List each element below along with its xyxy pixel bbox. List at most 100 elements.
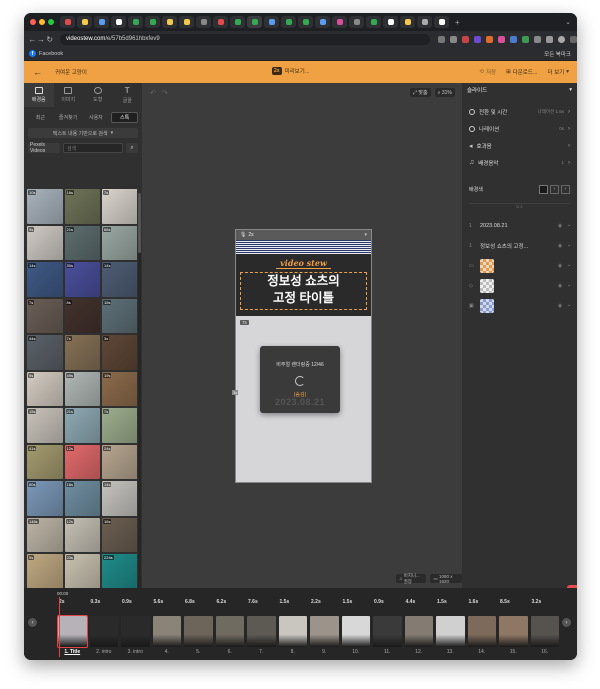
- stock-video-thumb[interactable]: 146s: [27, 517, 63, 552]
- eye-icon[interactable]: ◉: [558, 283, 562, 289]
- browser-tab[interactable]: [417, 16, 432, 28]
- back-arrow-icon[interactable]: ←: [33, 67, 42, 77]
- star-icon[interactable]: [450, 35, 458, 43]
- browser-tab[interactable]: [196, 16, 211, 28]
- browser-tab[interactable]: [128, 16, 143, 28]
- forward-icon[interactable]: →: [37, 35, 46, 44]
- browser-tab[interactable]: [145, 16, 160, 28]
- extension-icon[interactable]: [498, 35, 506, 43]
- stock-video-thumb[interactable]: 23s: [64, 554, 100, 589]
- browser-tab[interactable]: [162, 16, 177, 28]
- stock-video-thumb[interactable]: 9s: [27, 371, 63, 406]
- close-window-button[interactable]: [30, 19, 36, 25]
- stock-video-thumb[interactable]: 30s: [64, 262, 100, 297]
- browser-tab[interactable]: [434, 16, 449, 28]
- timeline-clip[interactable]: 4.4s 12.: [404, 599, 433, 655]
- search-icon[interactable]: ⌕: [126, 143, 138, 153]
- puzzle-icon[interactable]: [534, 35, 542, 43]
- stock-video-thumb[interactable]: 60s: [27, 481, 63, 516]
- lock-icon[interactable]: ▪: [568, 303, 570, 309]
- browser-tab[interactable]: [230, 16, 245, 28]
- layer-item-title[interactable]: 1 정보성 쇼츠의 고정... ◉ ▪: [462, 236, 577, 256]
- browser-tab[interactable]: [400, 16, 415, 28]
- stock-video-thumb[interactable]: 7s: [102, 189, 137, 224]
- url-field[interactable]: videostew.com/e/57b5d961hbxfev9: [60, 33, 431, 45]
- browser-tab[interactable]: [264, 16, 279, 28]
- stock-video-thumb[interactable]: 24s: [102, 444, 137, 479]
- zoom-level[interactable]: ⌕ 31%: [434, 88, 455, 97]
- lock-icon[interactable]: ▪: [568, 243, 570, 249]
- stock-video-thumb[interactable]: 14s: [102, 481, 137, 516]
- eye-icon[interactable]: ◉: [558, 223, 562, 229]
- browser-tab[interactable]: [247, 16, 262, 28]
- stock-video-thumb[interactable]: 10s: [27, 189, 63, 224]
- back-icon[interactable]: ←: [28, 35, 37, 44]
- menu-icon[interactable]: [570, 35, 577, 43]
- transition-time-row[interactable]: 전환 및 시간 나레이션 1.5s ›: [462, 103, 577, 120]
- stock-video-thumb[interactable]: 21s: [64, 225, 100, 260]
- download-button[interactable]: ⊞ 다운로드...: [506, 68, 537, 76]
- narration-row[interactable]: 나레이션 0s ›: [462, 120, 577, 137]
- tab-video[interactable]: 배경음: [24, 83, 54, 107]
- subtab-favorites[interactable]: 즐겨찾기: [56, 112, 81, 123]
- title-text-box[interactable]: 정보성 쇼츠의 고정 타이틀: [240, 272, 367, 310]
- tab-shape[interactable]: 도형: [83, 83, 113, 107]
- cast-icon[interactable]: [438, 35, 446, 43]
- timeline-clip[interactable]: 7.6s 7.: [247, 599, 276, 655]
- stock-video-thumb[interactable]: 15s: [27, 408, 63, 443]
- timeline-clip[interactable]: 0.9s 11.: [373, 599, 402, 655]
- stock-video-thumb[interactable]: 7s: [102, 408, 137, 443]
- undo-icon[interactable]: ↶: [150, 89, 156, 97]
- layer-item-shape[interactable]: ◇ ◉ ▪: [462, 276, 577, 296]
- stock-video-thumb[interactable]: 224s: [102, 554, 137, 589]
- fit-button[interactable]: ⤢ 맞춤: [410, 88, 431, 97]
- tab-search-icon[interactable]: ⌄: [565, 18, 571, 26]
- color-minus-button[interactable]: ‹: [550, 184, 559, 194]
- stock-video-thumb[interactable]: 19s: [102, 371, 137, 406]
- subtab-user[interactable]: 사용자: [84, 112, 109, 123]
- scrollbar-thumb[interactable]: [138, 193, 141, 253]
- reload-icon[interactable]: ↻: [45, 35, 54, 44]
- stock-video-thumb[interactable]: 44s: [27, 335, 63, 370]
- timeline-clip[interactable]: 8.5s 15.: [499, 599, 528, 655]
- lock-icon[interactable]: ▪: [568, 283, 570, 289]
- stock-video-thumb[interactable]: 7s: [27, 298, 63, 333]
- subtab-stock[interactable]: 스톡: [111, 112, 138, 123]
- bookmark-facebook[interactable]: Facebook: [39, 51, 63, 57]
- layer-duration-chip[interactable]: 7s: [240, 320, 249, 325]
- stock-video-thumb[interactable]: 16s: [64, 189, 100, 224]
- timeline-clip[interactable]: 1.5s 13.: [436, 599, 465, 655]
- timeline-clip[interactable]: 6.8s 5.: [184, 599, 213, 655]
- stock-video-thumb[interactable]: 8s: [64, 298, 100, 333]
- minimize-window-button[interactable]: [39, 19, 45, 25]
- timeline-clip[interactable]: 3.2s 16.: [530, 599, 559, 655]
- stock-video-thumb[interactable]: 14s: [27, 262, 63, 297]
- stock-video-thumb[interactable]: 16s: [102, 517, 137, 552]
- side-duration-chip[interactable]: 1s: [232, 390, 239, 395]
- timeline-clip[interactable]: 0.3s 2. intro: [89, 599, 118, 655]
- stock-video-thumb[interactable]: 12s: [64, 517, 100, 552]
- timeline-clip[interactable]: 0.9s 3. intro: [121, 599, 150, 655]
- browser-tab[interactable]: [315, 16, 330, 28]
- bgm-row[interactable]: ♫ 배경음악 1 ›: [462, 154, 577, 171]
- browser-tab[interactable]: [94, 16, 109, 28]
- scene-menu-icon[interactable]: ▾: [364, 232, 367, 238]
- browser-tab[interactable]: [213, 16, 228, 28]
- browser-tab[interactable]: [77, 16, 92, 28]
- stock-video-thumb[interactable]: 3s: [102, 335, 137, 370]
- save-button[interactable]: ⟲ 저장: [479, 68, 496, 76]
- eye-icon[interactable]: ◉: [558, 263, 562, 269]
- timeline-prev-icon[interactable]: ‹: [28, 618, 37, 627]
- sound-effect-row[interactable]: ◂ 효과음 ›: [462, 137, 577, 154]
- media-scrollbar[interactable]: [138, 193, 141, 613]
- timeline-clip[interactable]: 1.5s 10.: [341, 599, 370, 655]
- timeline-next-icon[interactable]: ›: [562, 618, 571, 627]
- stock-video-thumb[interactable]: 9s: [27, 554, 63, 589]
- lock-icon[interactable]: ▪: [568, 223, 570, 229]
- browser-tab[interactable]: [349, 16, 364, 28]
- eye-icon[interactable]: ◉: [558, 303, 562, 309]
- extension-icon[interactable]: [510, 35, 518, 43]
- timeline-clip[interactable]: 2s 1. Title: [57, 599, 88, 655]
- stock-video-thumb[interactable]: 49s: [64, 371, 100, 406]
- browser-tab[interactable]: [111, 16, 126, 28]
